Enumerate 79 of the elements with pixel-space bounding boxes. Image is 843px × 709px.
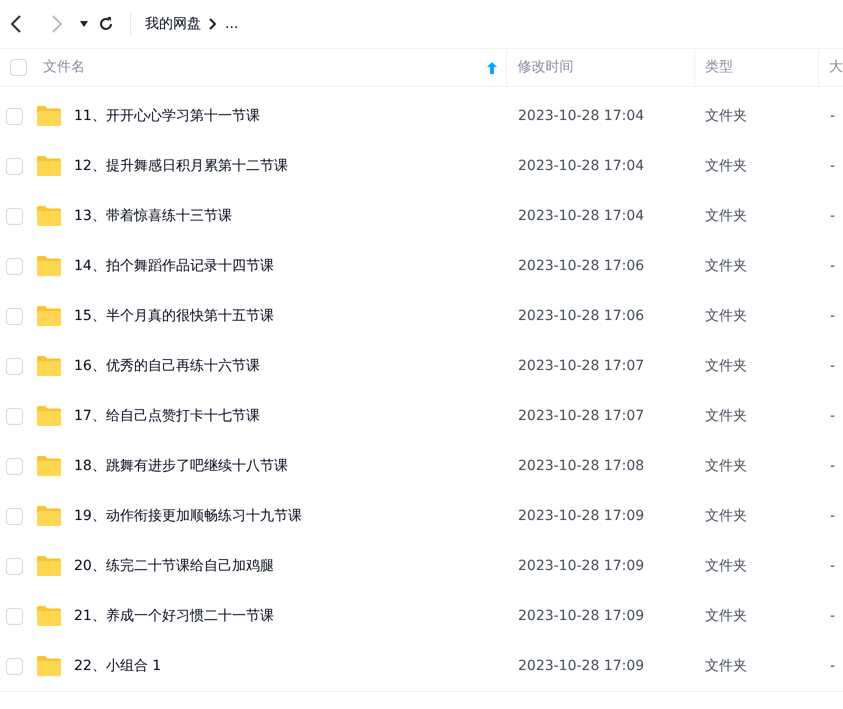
modified-time: 2023-10-28 17:06 [518, 308, 644, 324]
file-name[interactable]: 14、拍个舞蹈作品记录十四节课 [74, 256, 274, 276]
file-size: - [830, 658, 836, 674]
file-name[interactable]: 13、带着惊喜练十三节课 [74, 206, 232, 226]
file-name[interactable]: 19、动作衔接更加顺畅练习十九节课 [74, 506, 302, 526]
checkbox[interactable] [6, 558, 23, 574]
folder-icon [36, 105, 62, 127]
file-type: 文件夹 [705, 308, 747, 324]
modified-time: 2023-10-28 17:04 [518, 108, 644, 124]
checkbox[interactable] [6, 458, 23, 474]
folder-icon [36, 505, 62, 527]
file-size: - [830, 408, 836, 424]
file-type: 文件夹 [705, 158, 747, 174]
folder-icon [36, 355, 62, 377]
folder-icon [36, 605, 62, 627]
checkbox[interactable] [6, 258, 23, 274]
refresh-icon[interactable] [98, 16, 114, 32]
file-type: 文件夹 [705, 558, 747, 574]
file-type: 文件夹 [705, 408, 747, 424]
modified-time: 2023-10-28 17:04 [518, 208, 644, 224]
breadcrumb-link[interactable]: 我的网盘 [145, 14, 201, 34]
file-size: - [830, 308, 836, 324]
modified-time: 2023-10-28 17:09 [518, 658, 644, 674]
modified-time: 2023-10-28 17:04 [518, 158, 644, 174]
modified-time: 2023-10-28 17:07 [518, 358, 644, 374]
file-name[interactable]: 17、给自己点赞打卡十七节课 [74, 406, 260, 426]
file-name[interactable]: 11、开开心心学习第十一节课 [74, 106, 260, 126]
file-size: - [830, 458, 836, 474]
file-size: - [830, 258, 836, 274]
checkbox[interactable] [6, 208, 23, 224]
file-type: 文件夹 [705, 658, 747, 674]
modified-time: 2023-10-28 17:08 [518, 458, 644, 474]
file-size: - [830, 358, 836, 374]
checkbox[interactable] [6, 658, 23, 674]
folder-icon [36, 205, 62, 227]
folder-icon [36, 155, 62, 177]
breadcrumb-link[interactable]: ... [225, 14, 238, 34]
file-name[interactable]: 20、练完二十节课给自己加鸡腿 [74, 556, 274, 576]
file-size: - [830, 208, 836, 224]
file-type: 文件夹 [705, 508, 747, 524]
file-size: - [830, 158, 836, 174]
file-type: 文件夹 [705, 458, 747, 474]
modified-time: 2023-10-28 17:06 [518, 258, 644, 274]
file-name[interactable]: 12、提升舞感日积月累第十二节课 [74, 156, 288, 176]
file-size: - [830, 608, 836, 624]
dropdown-icon[interactable] [80, 21, 88, 27]
folder-icon [36, 455, 62, 477]
file-name[interactable]: 18、跳舞有进步了吧继续十八节课 [74, 456, 288, 476]
checkbox[interactable] [6, 108, 23, 124]
checkbox[interactable] [6, 308, 23, 324]
checkbox[interactable] [6, 608, 23, 624]
modified-time: 2023-10-28 17:09 [518, 608, 644, 624]
file-name[interactable]: 21、养成一个好习惯二十一节课 [74, 606, 274, 626]
folder-icon [36, 555, 62, 577]
file-size: - [830, 108, 836, 124]
file-type: 文件夹 [705, 108, 747, 124]
modified-time: 2023-10-28 17:09 [518, 508, 644, 524]
checkbox[interactable] [6, 508, 23, 524]
folder-icon [36, 405, 62, 427]
file-name[interactable]: 16、优秀的自己再练十六节课 [74, 356, 260, 376]
checkbox[interactable] [10, 59, 27, 76]
checkbox[interactable] [6, 408, 23, 424]
folder-icon [36, 305, 62, 327]
chevron-icon [209, 18, 217, 30]
folder-icon [36, 655, 62, 677]
file-name[interactable]: 15、半个月真的很快第十五节课 [74, 306, 274, 326]
modified-time: 2023-10-28 17:09 [518, 558, 644, 574]
file-size: - [830, 558, 836, 574]
file-type: 文件夹 [705, 208, 747, 224]
modified-time: 2023-10-28 17:07 [518, 408, 644, 424]
file-size: - [830, 508, 836, 524]
file-name[interactable]: 22、小组合 1 [74, 656, 162, 676]
checkbox[interactable] [6, 158, 23, 174]
checkbox[interactable] [6, 358, 23, 374]
sort-arrow-icon[interactable] [487, 62, 498, 74]
file-type: 文件夹 [705, 258, 747, 274]
file-type: 文件夹 [705, 358, 747, 374]
folder-icon [36, 255, 62, 277]
file-type: 文件夹 [705, 608, 747, 624]
